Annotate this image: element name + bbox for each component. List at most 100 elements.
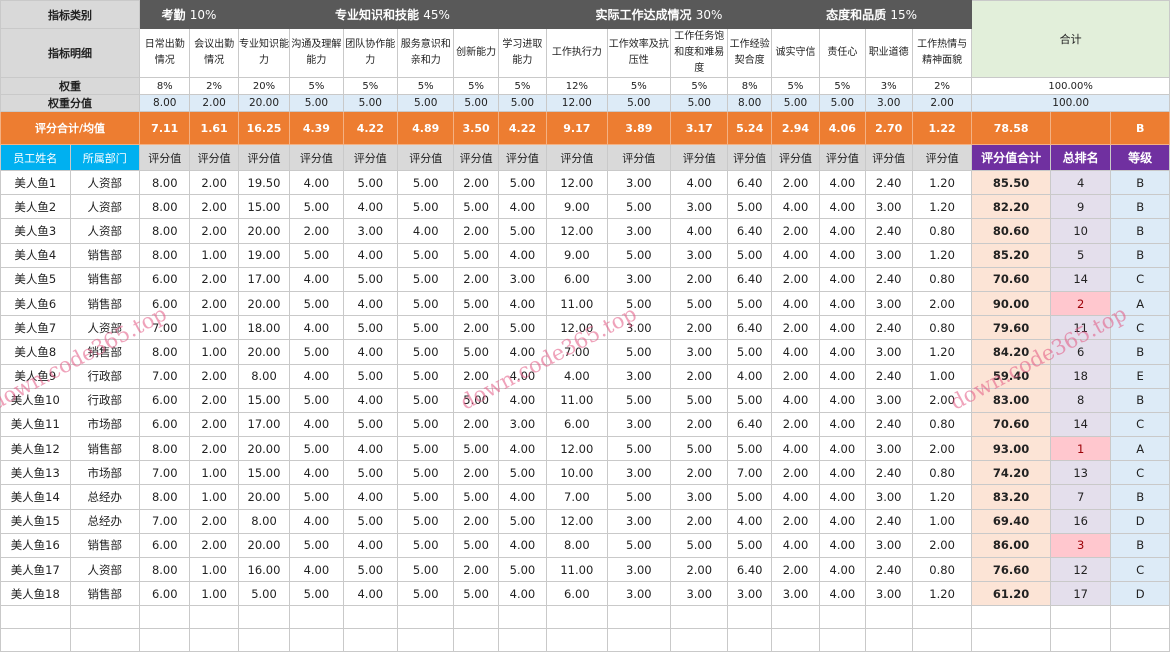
indicator-weight[interactable]: 5% [606,77,672,95]
score-cell[interactable]: 4.00 [497,581,548,607]
indicator-weight[interactable]: 5% [453,77,499,95]
employee-name[interactable]: 美人鱼8 [0,339,71,365]
category-attendance[interactable]: 考勤 10% [139,0,239,29]
indicator-weight-score[interactable]: 5.00 [606,94,672,112]
score-cell[interactable]: 2.00 [911,436,973,462]
employee-dept[interactable]: 销售部 [69,242,141,268]
score-cell[interactable]: 5.00 [453,339,499,365]
score-cell[interactable]: 5.00 [396,508,455,534]
score-cell[interactable]: 9.00 [546,242,608,268]
score-cell[interactable]: 4.00 [819,363,866,389]
col-header-grade[interactable]: 等级 [1110,144,1170,171]
empty-cell[interactable] [606,628,672,653]
score-cell[interactable]: 4.00 [819,556,866,583]
rank-cell[interactable]: 13 [1049,460,1112,486]
score-cell[interactable]: 5.00 [606,339,672,365]
rank-cell[interactable]: 6 [1049,339,1112,365]
score-cell[interactable]: 8.00 [139,242,191,268]
score-cell[interactable]: 2.00 [189,363,239,389]
empty-cell[interactable] [453,605,499,630]
summary-average[interactable]: 4.06 [819,111,866,145]
score-cell[interactable]: 12.00 [546,436,608,462]
score-cell[interactable]: 5.00 [396,556,455,583]
indicator-weight-score[interactable]: 5.00 [819,94,866,112]
score-cell[interactable]: 5.00 [670,290,729,317]
score-cell[interactable]: 17.00 [237,266,291,292]
score-cell[interactable]: 5.00 [289,339,344,365]
empty-cell[interactable] [864,628,913,653]
employee-dept[interactable]: 销售部 [69,581,141,607]
score-cell[interactable]: 5.00 [342,266,399,292]
score-cell[interactable]: 6.00 [546,411,608,438]
score-cell[interactable]: 4.00 [497,194,548,220]
category-skills[interactable]: 专业知识和技能 45% [237,0,548,29]
total-score-cell[interactable]: 83.20 [971,484,1051,510]
indicator-weight[interactable]: 8% [727,77,772,95]
indicator-weight[interactable]: 20% [237,77,291,95]
score-cell[interactable]: 2.00 [189,387,239,413]
score-cell[interactable]: 2.00 [453,556,499,583]
total-score-cell[interactable]: 85.20 [971,242,1051,268]
score-cell[interactable]: 5.00 [727,339,772,365]
score-cell[interactable]: 3.00 [864,242,913,268]
rank-cell[interactable]: 14 [1049,411,1112,438]
score-cell[interactable]: 4.00 [770,387,821,413]
col-header-score[interactable]: 评分值 [237,144,291,171]
grade-cell[interactable]: B [1110,218,1170,244]
employee-name[interactable]: 美人鱼18 [0,581,71,607]
score-cell[interactable]: 7.00 [546,484,608,510]
indicator-weight-score[interactable]: 5.00 [396,94,455,112]
employee-name[interactable]: 美人鱼2 [0,194,71,220]
score-cell[interactable]: 4.00 [819,218,866,244]
score-cell[interactable]: 5.00 [606,387,672,413]
score-cell[interactable]: 8.00 [139,484,191,510]
score-cell[interactable]: 4.00 [497,339,548,365]
empty-cell[interactable] [289,628,344,653]
score-cell[interactable]: 5.00 [453,436,499,462]
empty-cell[interactable] [546,628,608,653]
score-cell[interactable]: 0.80 [911,218,973,244]
empty-cell[interactable] [342,628,399,653]
score-cell[interactable]: 3.00 [606,581,672,607]
indicator-detail[interactable]: 职业道德 [864,28,913,78]
score-cell[interactable]: 2.00 [189,194,239,220]
score-cell[interactable]: 2.40 [864,508,913,534]
grade-cell[interactable]: C [1110,315,1170,341]
summary-average[interactable]: 3.17 [670,111,729,145]
score-cell[interactable]: 3.00 [497,266,548,292]
score-cell[interactable]: 4.00 [819,484,866,510]
indicator-weight[interactable]: 2% [189,77,239,95]
score-cell[interactable]: 5.00 [342,556,399,583]
score-cell[interactable]: 7.00 [727,460,772,486]
indicator-weight-score[interactable]: 3.00 [864,94,913,112]
rank-cell[interactable]: 3 [1049,532,1112,559]
score-cell[interactable]: 3.00 [606,169,672,196]
score-cell[interactable]: 3.00 [606,218,672,244]
score-cell[interactable]: 11.00 [546,387,608,413]
indicator-detail[interactable]: 服务意识和亲和力 [396,28,455,78]
score-cell[interactable]: 4.00 [289,508,344,534]
empty-cell[interactable] [971,628,1051,653]
score-cell[interactable]: 3.00 [606,363,672,389]
total-score-cell[interactable]: 74.20 [971,460,1051,486]
rank-cell[interactable]: 5 [1049,242,1112,268]
score-cell[interactable]: 2.00 [911,290,973,317]
score-cell[interactable]: 4.00 [289,315,344,341]
employee-name[interactable]: 美人鱼15 [0,508,71,534]
empty-cell[interactable] [69,628,141,653]
score-cell[interactable]: 2.00 [770,411,821,438]
score-cell[interactable]: 2.00 [189,532,239,559]
score-cell[interactable]: 2.00 [189,508,239,534]
score-cell[interactable]: 5.00 [727,436,772,462]
score-cell[interactable]: 2.00 [189,218,239,244]
col-header-score[interactable]: 评分值 [289,144,344,171]
score-cell[interactable]: 2.40 [864,169,913,196]
score-cell[interactable]: 5.00 [342,460,399,486]
score-cell[interactable]: 2.40 [864,411,913,438]
score-cell[interactable]: 2.00 [770,508,821,534]
rank-cell[interactable]: 2 [1049,290,1112,317]
score-cell[interactable]: 2.40 [864,460,913,486]
score-cell[interactable]: 2.00 [453,169,499,196]
empty-cell[interactable] [1110,605,1170,630]
score-cell[interactable]: 5.00 [727,290,772,317]
